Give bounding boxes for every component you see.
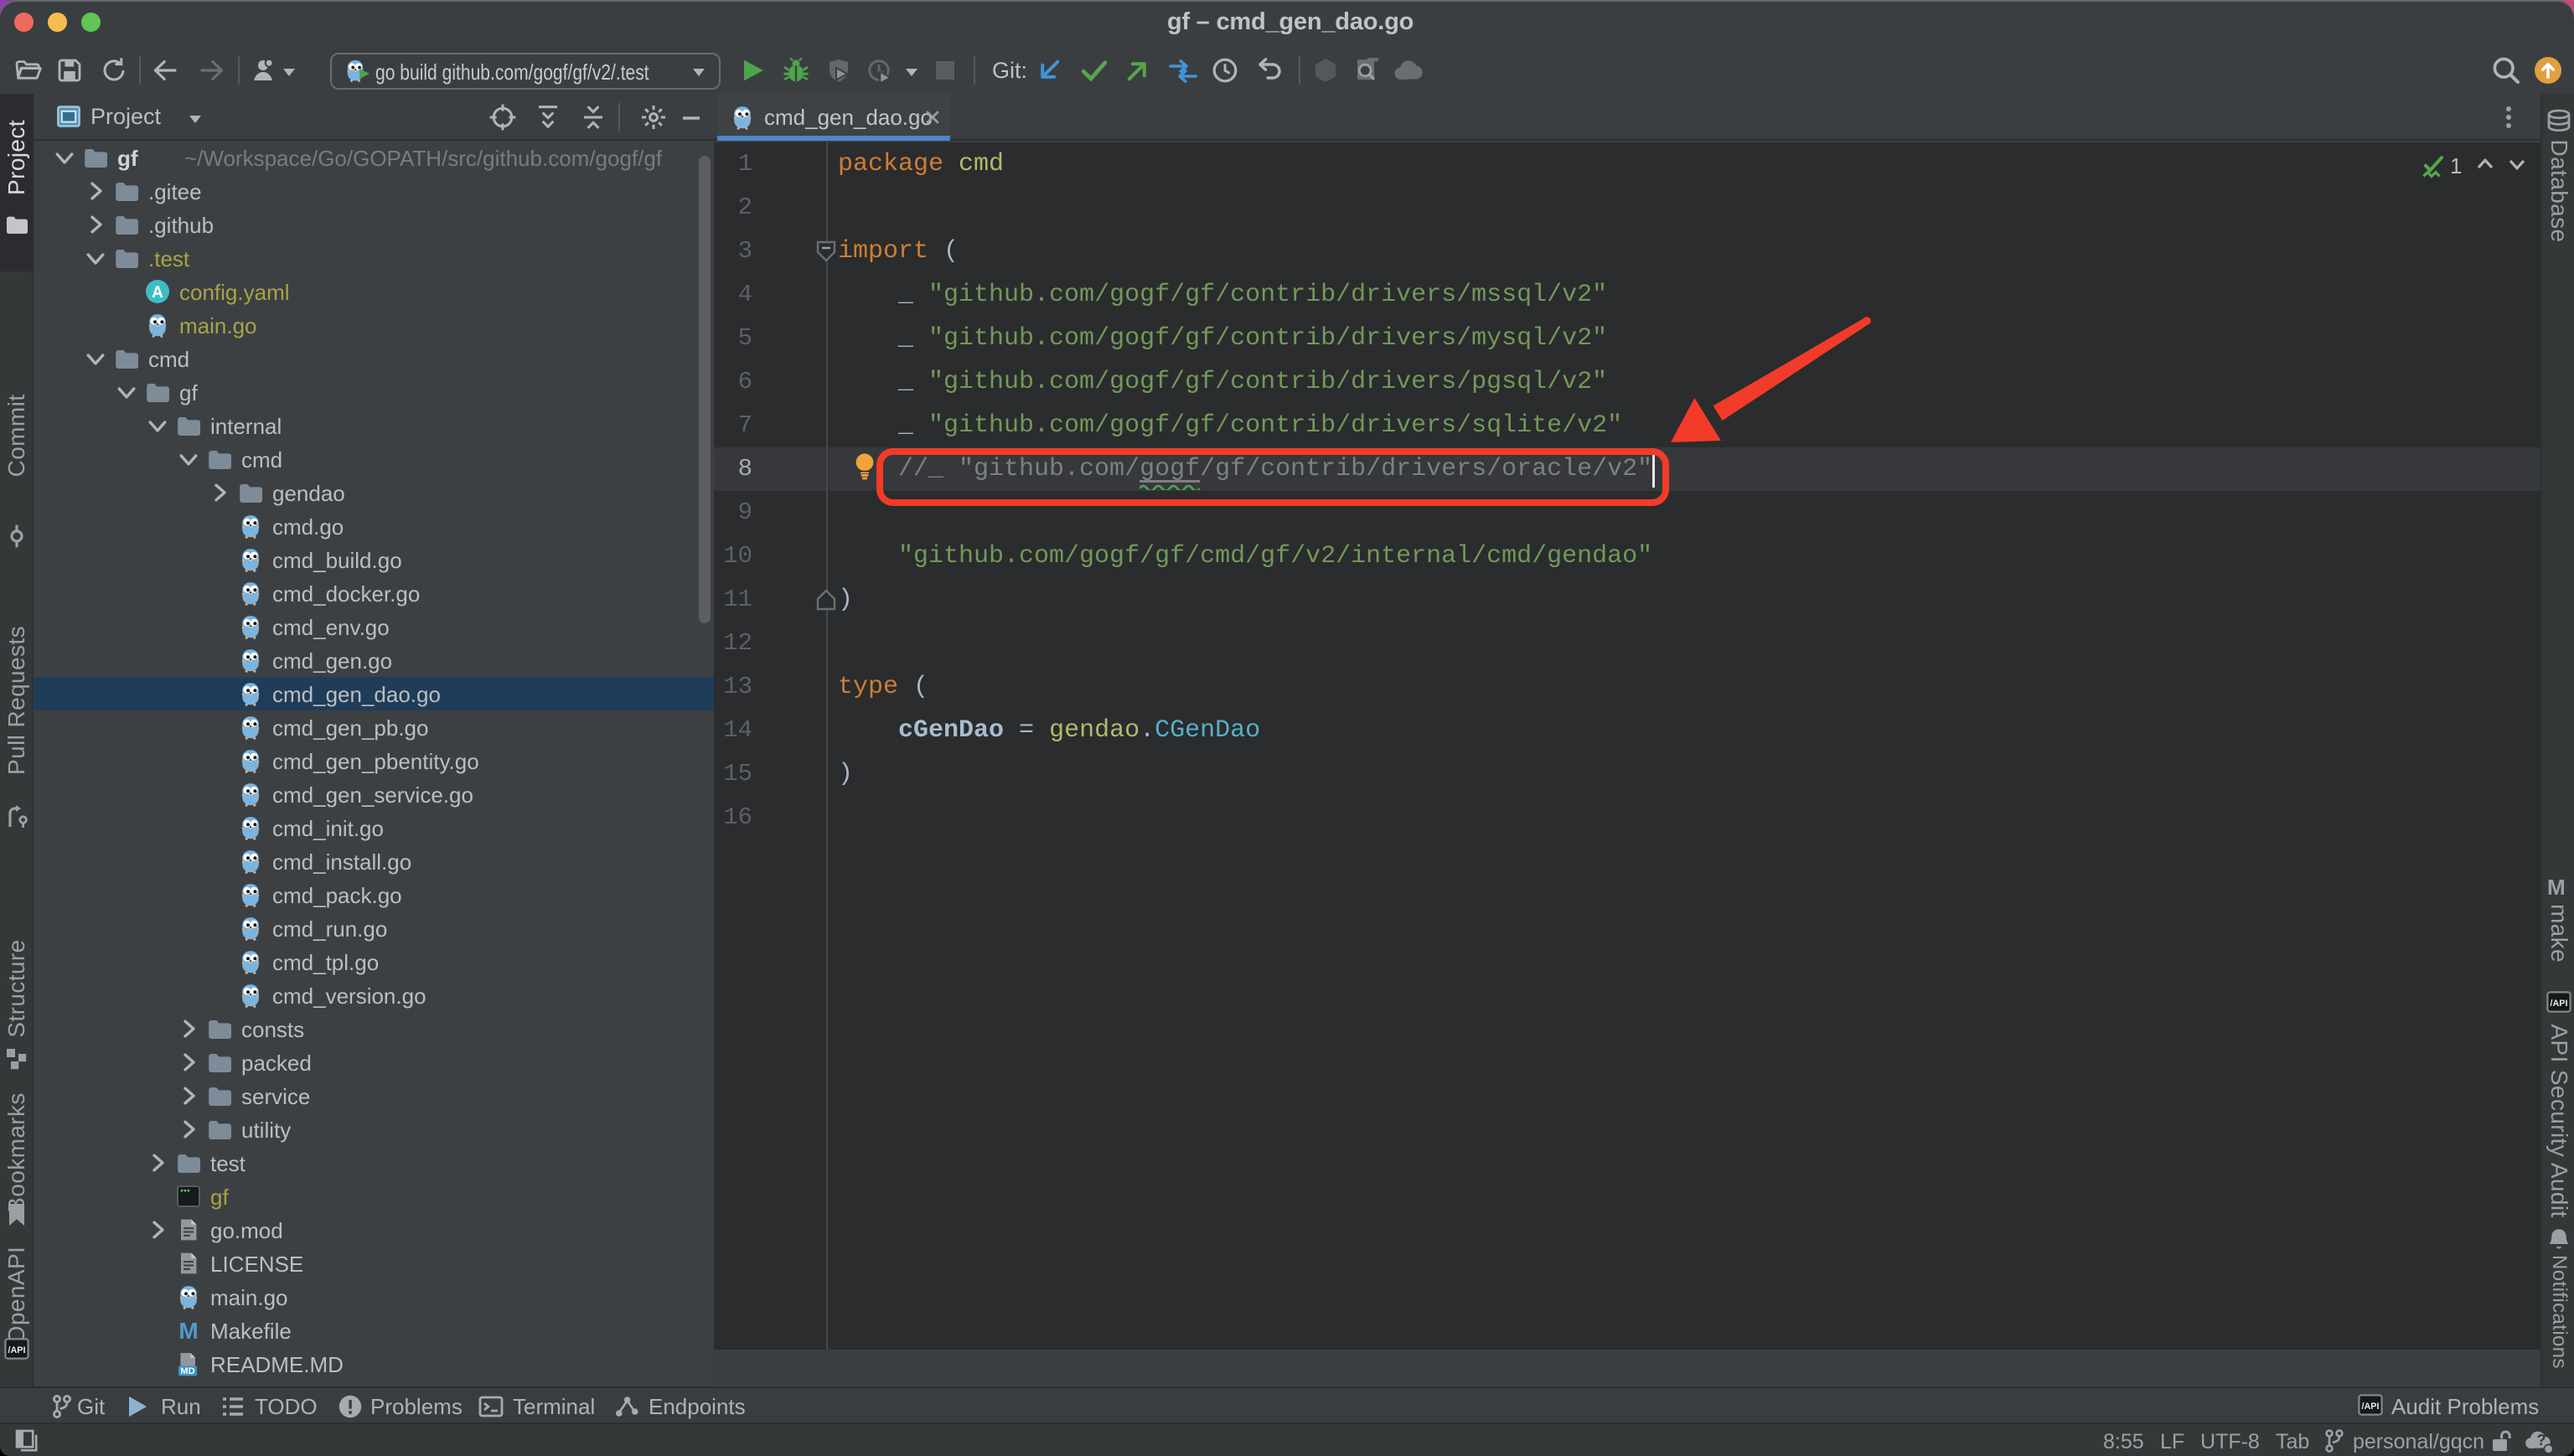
svg-text:MD: MD [180, 1366, 194, 1376]
svg-text:A: A [152, 284, 163, 302]
svg-text:/API: /API [8, 1345, 26, 1355]
svg-text:M: M [178, 1318, 198, 1344]
svg-text:/API: /API [2362, 1402, 2380, 1412]
